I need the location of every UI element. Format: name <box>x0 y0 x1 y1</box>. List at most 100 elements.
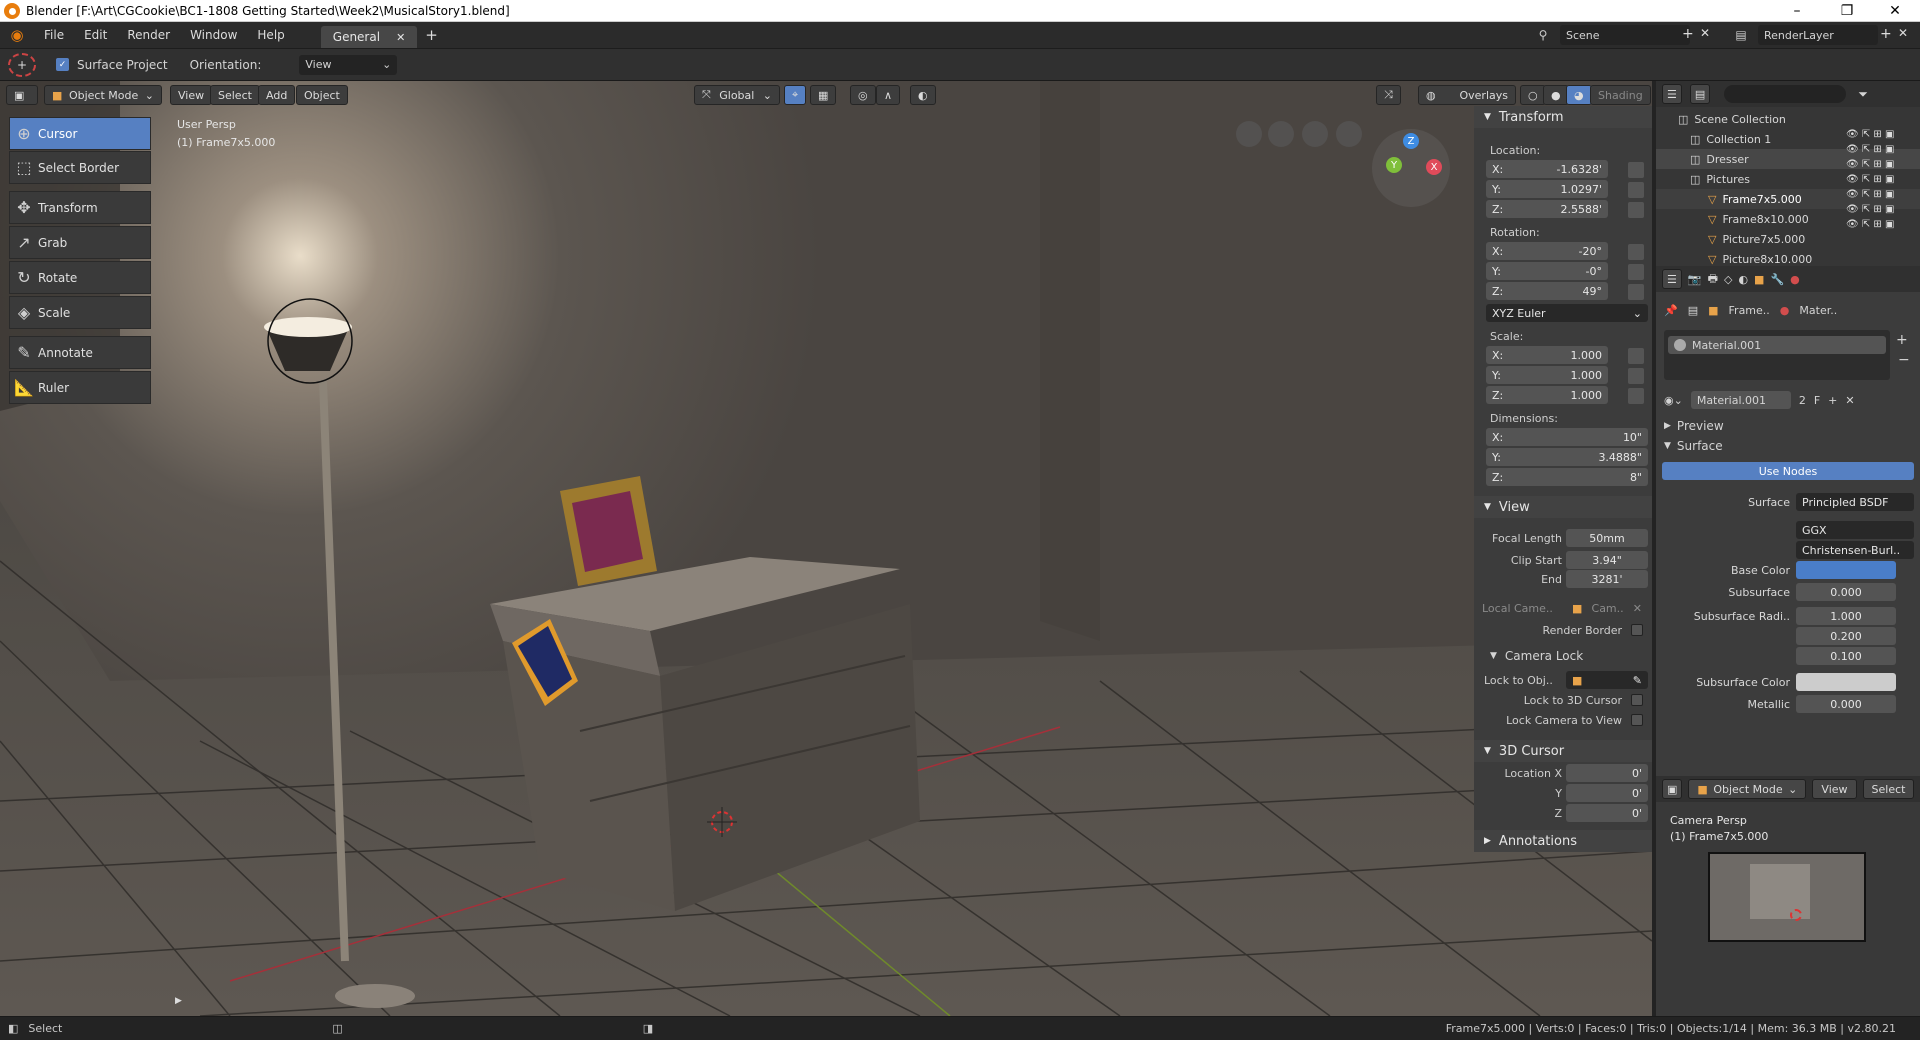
location-z-field[interactable]: Z: 2.5588' <box>1486 200 1608 218</box>
world-tab-icon[interactable]: ◐ <box>1738 273 1748 286</box>
add-workspace-icon[interactable]: + <box>425 26 438 44</box>
pin-icon[interactable]: 📌 <box>1664 304 1678 317</box>
dimensions-y-field[interactable]: Y: 3.4888" <box>1486 448 1648 466</box>
material-browse-icon[interactable]: ◉⌄ <box>1664 394 1683 407</box>
close-window-button[interactable]: ✕ <box>1872 0 1918 22</box>
editor-type-icon[interactable]: ▣ <box>6 85 38 105</box>
workspace-tab-general[interactable]: General ✕ <box>320 26 418 48</box>
add-slot-icon[interactable]: + <box>1896 332 1908 348</box>
tool-ruler[interactable]: 📐 Ruler <box>9 371 151 404</box>
menu-help[interactable]: Help <box>247 28 294 42</box>
menu-file[interactable]: File <box>34 28 74 42</box>
camera-menu-select[interactable]: Select <box>1862 779 1915 799</box>
subsurface-color-swatch[interactable] <box>1796 673 1896 691</box>
3d-viewport[interactable]: User Persp (1) Frame7x5.000 Z X Y ⊕ Curs… <box>0 81 1652 1016</box>
lock-icon[interactable] <box>1628 264 1644 280</box>
display-mode-icon[interactable]: ▤ <box>1689 84 1711 104</box>
metallic-field[interactable]: 0.000 <box>1796 695 1896 713</box>
lock-to-cursor-checkbox[interactable] <box>1631 694 1643 706</box>
render-layer-icon[interactable]: ▤ <box>1728 25 1754 45</box>
focal-length-field[interactable]: 50mm <box>1566 529 1648 547</box>
tool-cursor[interactable]: ⊕ Cursor <box>9 117 151 150</box>
local-camera-field[interactable]: ■ Cam.. ✕ <box>1566 599 1648 617</box>
gizmo-x-axis[interactable]: X <box>1426 159 1442 175</box>
cursor-z-field[interactable]: 0' <box>1566 804 1648 822</box>
3d-cursor-panel-header[interactable]: ▼ 3D Cursor <box>1474 740 1652 762</box>
camera-mode-selector[interactable]: ■ Object Mode ⌄ <box>1688 779 1807 799</box>
scale-x-field[interactable]: X: 1.000 <box>1486 346 1608 364</box>
zoom-icon[interactable] <box>1302 121 1328 147</box>
snap-toggle-icon[interactable]: ⌖ <box>784 85 807 105</box>
menu-window[interactable]: Window <box>180 28 247 42</box>
rotation-y-field[interactable]: Y: -0° <box>1486 262 1608 280</box>
location-x-field[interactable]: X: -1.6328' <box>1486 160 1608 178</box>
clip-start-field[interactable]: 3.94" <box>1566 551 1648 569</box>
view-panel-header[interactable]: ▼ View <box>1474 496 1652 518</box>
subsurface-field[interactable]: 0.000 <box>1796 583 1896 601</box>
transform-panel-header[interactable]: ▼ Transform <box>1474 106 1652 128</box>
material-name-field[interactable]: Material.001 <box>1690 391 1791 409</box>
lock-icon[interactable] <box>1628 284 1644 300</box>
shading-wireframe-icon[interactable]: ○ <box>1520 85 1546 105</box>
delete-scene-icon[interactable]: ✕ <box>1700 26 1710 40</box>
lock-object-field[interactable]: ■ ✎ <box>1566 671 1648 689</box>
lock-icon[interactable] <box>1628 162 1644 178</box>
lock-icon[interactable] <box>1628 348 1644 364</box>
editor-type-icon[interactable]: ☰ <box>1662 269 1682 289</box>
material-tab-icon[interactable]: ● <box>1790 273 1800 286</box>
render-tab-icon[interactable]: 📷 <box>1688 273 1702 286</box>
use-nodes-button[interactable]: Use Nodes <box>1662 462 1914 480</box>
camera-view-icon[interactable] <box>1236 121 1262 147</box>
lock-icon[interactable] <box>1628 202 1644 218</box>
overlays-dropdown[interactable]: ◍ Overlays <box>1418 85 1516 105</box>
object-tab-icon[interactable]: ■ <box>1754 273 1764 286</box>
scale-y-field[interactable]: Y: 1.000 <box>1486 366 1608 384</box>
blender-menu-icon[interactable]: ◉ <box>0 26 34 44</box>
lock-camera-to-view-checkbox[interactable] <box>1631 714 1643 726</box>
camera-menu-view[interactable]: View <box>1812 779 1857 799</box>
tool-annotate[interactable]: ✎ Annotate <box>9 336 151 369</box>
mode-selector[interactable]: ■ Object Mode ⌄ <box>44 85 162 105</box>
scene-selector[interactable]: Scene <box>1560 25 1690 45</box>
camera-viewport[interactable]: ▣ ■ Object Mode ⌄ View Select Camera Per… <box>1656 776 1920 1016</box>
eyedropper-icon[interactable]: ✎ <box>1633 674 1642 687</box>
menu-view[interactable]: View <box>170 85 213 105</box>
menu-add[interactable]: Add <box>258 85 296 105</box>
subsurface-radius-y[interactable]: 0.200 <box>1796 627 1896 645</box>
navigation-gizmo[interactable]: Z X Y <box>1372 129 1450 207</box>
render-border-checkbox[interactable] <box>1631 624 1643 636</box>
subsurface-radius-x[interactable]: 1.000 <box>1796 607 1896 625</box>
surface-shader-dropdown[interactable]: Principled BSDF <box>1796 493 1914 511</box>
eye-icon[interactable]: 👁 ⇱ ⊞ ▣ <box>1846 204 1916 215</box>
cursor-tool-icon[interactable]: + <box>8 52 36 77</box>
eye-icon[interactable]: 👁 ⇱ ⊞ ▣ <box>1846 129 1916 140</box>
camera-lock-subpanel[interactable]: ▼ Camera Lock <box>1474 646 1652 666</box>
outliner-row-scene-collection[interactable]: ◫ Scene Collection <box>1656 109 1920 129</box>
new-material-icon[interactable]: + <box>1828 394 1837 407</box>
clip-end-field[interactable]: 3281' <box>1566 570 1648 588</box>
eye-icon[interactable]: 👁 ⇱ ⊞ ▣ <box>1846 219 1916 230</box>
new-render-layer-icon[interactable]: + <box>1880 26 1892 42</box>
outliner-search-input[interactable] <box>1724 85 1847 103</box>
unlink-material-icon[interactable]: ✕ <box>1845 394 1854 407</box>
shading-solid-icon[interactable]: ● <box>1543 85 1569 105</box>
gizmo-y-axis[interactable]: Y <box>1386 157 1402 173</box>
modifier-tab-icon[interactable]: 🔧 <box>1770 273 1784 286</box>
scale-z-field[interactable]: Z: 1.000 <box>1486 386 1608 404</box>
surface-panel-header[interactable]: ▼ Surface <box>1664 436 1914 456</box>
visibility-icon[interactable]: ◐ <box>910 85 936 105</box>
orientation-dropdown[interactable]: View ⌄ <box>299 54 398 75</box>
menu-render[interactable]: Render <box>117 28 180 42</box>
tool-scale[interactable]: ◈ Scale <box>9 296 151 329</box>
proportional-edit-icon[interactable]: ◎ <box>850 85 876 105</box>
distribution-dropdown[interactable]: GGX <box>1796 521 1914 539</box>
rotation-x-field[interactable]: X: -20° <box>1486 242 1608 260</box>
shading-material-icon[interactable]: ◕ <box>1566 85 1592 105</box>
menu-edit[interactable]: Edit <box>74 28 117 42</box>
filter-icon[interactable]: ⏷ <box>1858 87 1868 102</box>
ortho-toggle-icon[interactable] <box>1336 121 1362 147</box>
clear-icon[interactable]: ✕ <box>1633 602 1642 615</box>
subsurface-radius-z[interactable]: 0.100 <box>1796 647 1896 665</box>
rotation-mode-dropdown[interactable]: XYZ Euler ⌄ <box>1486 304 1648 322</box>
delete-render-layer-icon[interactable]: ✕ <box>1898 26 1908 40</box>
